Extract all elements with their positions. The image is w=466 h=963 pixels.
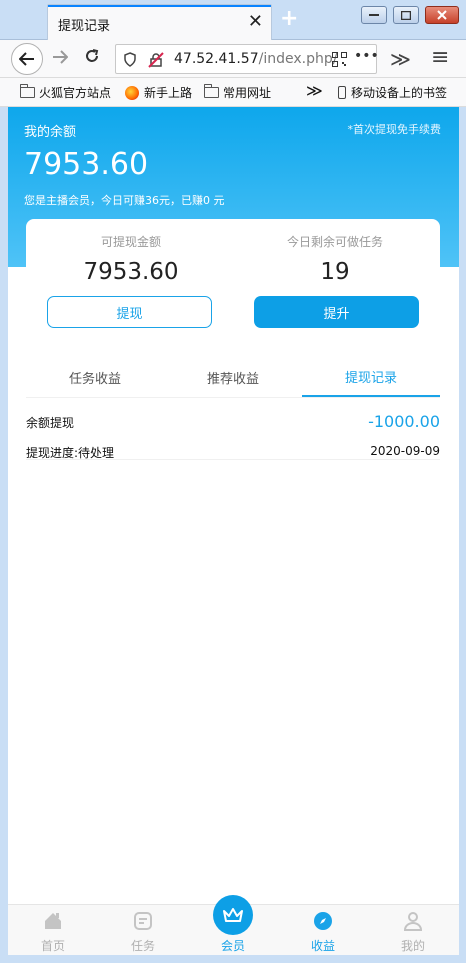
minimize-button[interactable]	[361, 6, 387, 24]
bookmark-label: 火狐官方站点	[39, 86, 112, 100]
bookmark-label: 常用网址	[223, 86, 272, 100]
bookmark-label: 新手上路	[144, 86, 193, 100]
bookmark-item[interactable]: 火狐官方站点	[20, 84, 111, 101]
record-title: 余额提现	[26, 416, 75, 430]
firefox-icon	[125, 85, 139, 100]
record-date: 2020-09-09	[370, 444, 440, 458]
toolbar-overflow-icon[interactable]: ≫	[390, 47, 411, 71]
reload-icon	[86, 49, 99, 62]
navigation-toolbar: 47.52.41.57/index.php/ ••• ≫ ≡	[0, 40, 466, 78]
bookmarks-overflow-icon[interactable]: ≫	[306, 81, 323, 100]
url-bar[interactable]: 47.52.41.57/index.php/ •••	[115, 44, 379, 74]
maximize-icon	[401, 10, 411, 20]
crown-icon	[223, 908, 243, 922]
nav-label: 我的	[400, 939, 425, 953]
tasks-remaining-value: 19	[320, 259, 350, 285]
bookmark-label: 移动设备上的书签	[351, 86, 448, 100]
menu-icon[interactable]: ≡	[431, 45, 449, 70]
window-frame-left	[0, 107, 8, 963]
bookmarks-toolbar: 火狐官方站点 新手上路 常用网址 ≫ 移动设备上的书签	[0, 78, 466, 107]
tab-task-earnings[interactable]: 任务收益	[26, 358, 164, 396]
new-tab-icon[interactable]: +	[280, 6, 298, 31]
folder-icon	[20, 84, 35, 98]
back-button[interactable]	[11, 43, 43, 75]
bookmark-item[interactable]: 常用网址	[204, 84, 271, 101]
maximize-button[interactable]	[393, 6, 419, 24]
close-icon	[437, 10, 447, 20]
window-frame-right	[459, 107, 466, 963]
url-path: /index.php/	[258, 51, 338, 67]
withdrawable-value: 7953.60	[83, 259, 179, 285]
minimize-icon	[369, 14, 379, 16]
page-actions-icon[interactable]: •••	[354, 48, 379, 64]
url-text: 47.52.41.57/index.php/	[174, 51, 337, 67]
member-button[interactable]	[213, 895, 253, 935]
qr-code-icon[interactable]	[332, 52, 347, 67]
bookmark-item[interactable]: 移动设备上的书签	[338, 84, 447, 101]
nav-label: 首页	[40, 939, 65, 953]
forward-button[interactable]	[52, 48, 69, 69]
tasks-remaining-label: 今日剩余可做任务	[286, 235, 383, 249]
tab-active-indicator	[48, 5, 271, 7]
tab-title: 提现记录	[58, 19, 111, 34]
insecure-lock-icon	[148, 52, 164, 68]
window-frame-bottom	[0, 955, 466, 963]
balance-amount: 7953.60	[24, 147, 149, 182]
home-icon	[45, 913, 61, 929]
compass-icon	[314, 912, 332, 930]
balance-label: 我的余额	[24, 125, 77, 140]
withdrawable-label: 可提现金额	[100, 235, 161, 249]
record-amount: -1000.00	[368, 412, 440, 431]
back-arrow-icon	[19, 52, 34, 66]
folder-icon	[204, 84, 219, 98]
tab-close-icon[interactable]: ✕	[248, 11, 263, 32]
fee-note: *首次提现免手续费	[347, 123, 442, 136]
browser-tab[interactable]: 提现记录 ✕	[47, 4, 272, 40]
user-icon	[403, 912, 423, 931]
nav-label: 收益	[310, 939, 335, 953]
bottom-nav: 首页 任务 会员 收益 我的	[8, 895, 459, 955]
nav-label: 会员	[220, 939, 245, 953]
reload-button[interactable]	[84, 48, 100, 69]
bookmark-item[interactable]: 新手上路	[125, 84, 192, 101]
withdraw-button[interactable]: 提现	[47, 296, 212, 328]
divider	[26, 459, 440, 460]
forward-arrow-icon	[53, 50, 69, 64]
tab-referral-earnings[interactable]: 推荐收益	[164, 358, 302, 396]
tab-withdrawal-records[interactable]: 提现记录	[302, 358, 440, 397]
member-info: 您是主播会员，今日可赚36元，已赚0 元	[24, 194, 225, 207]
shield-icon	[124, 52, 136, 67]
earnings-tabs: 任务收益 推荐收益 提现记录	[26, 358, 440, 398]
mobile-icon	[338, 86, 346, 99]
window-titlebar: 提现记录 ✕ +	[0, 0, 466, 40]
close-window-button[interactable]	[425, 6, 459, 24]
upgrade-button[interactable]: 提升	[254, 296, 419, 328]
url-host: 47.52.41.57	[174, 51, 259, 67]
stats-card: 可提现金额 7953.60 今日剩余可做任务 19 提现 提升	[26, 219, 440, 343]
task-icon	[134, 912, 152, 930]
nav-label: 任务	[130, 939, 155, 953]
